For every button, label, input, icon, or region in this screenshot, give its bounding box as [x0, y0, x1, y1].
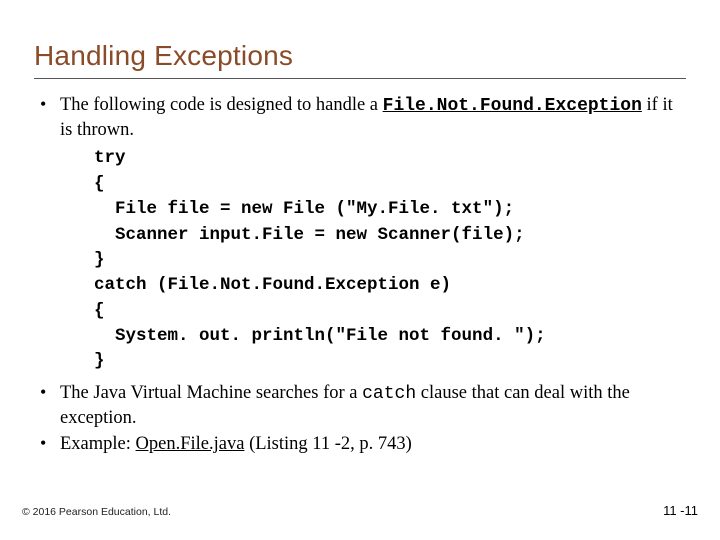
code-l4: Scanner input.File = new Scanner(file); [94, 225, 525, 245]
code-block: try { File file = new File ("My.File. tx… [94, 146, 686, 374]
bullet-2-code: catch [362, 384, 416, 404]
slide-title: Handling Exceptions [34, 40, 686, 79]
code-l8: System. out. println("File not found. ")… [94, 326, 546, 346]
bullet-3: Example: Open.File.java (Listing 11 -2, … [34, 432, 686, 456]
bullet-list: The following code is designed to handle… [34, 93, 686, 456]
code-l7: { [94, 301, 105, 321]
code-l6: catch (File.Not.Found.Exception e) [94, 275, 451, 295]
code-l1: try [94, 148, 126, 168]
code-l3: File file = new File ("My.File. txt"); [94, 199, 514, 219]
bullet-2-pre: The Java Virtual Machine searches for a [60, 383, 362, 403]
code-l9: } [94, 351, 105, 371]
bullet-1-code: File.Not.Found.Exception [383, 96, 642, 116]
bullet-1-pre: The following code is designed to handle… [60, 95, 383, 115]
page-number: 11 -11 [663, 503, 698, 518]
bullet-3-pre: Example: [60, 434, 136, 454]
bullet-2: The Java Virtual Machine searches for a … [34, 381, 686, 430]
example-link: Open.File.java [136, 434, 245, 454]
bullet-1: The following code is designed to handle… [34, 93, 686, 375]
code-l2: { [94, 174, 105, 194]
bullet-3-post: (Listing 11 -2, p. 743) [244, 434, 411, 454]
copyright: © 2016 Pearson Education, Ltd. [22, 506, 171, 518]
code-l5: } [94, 250, 105, 270]
